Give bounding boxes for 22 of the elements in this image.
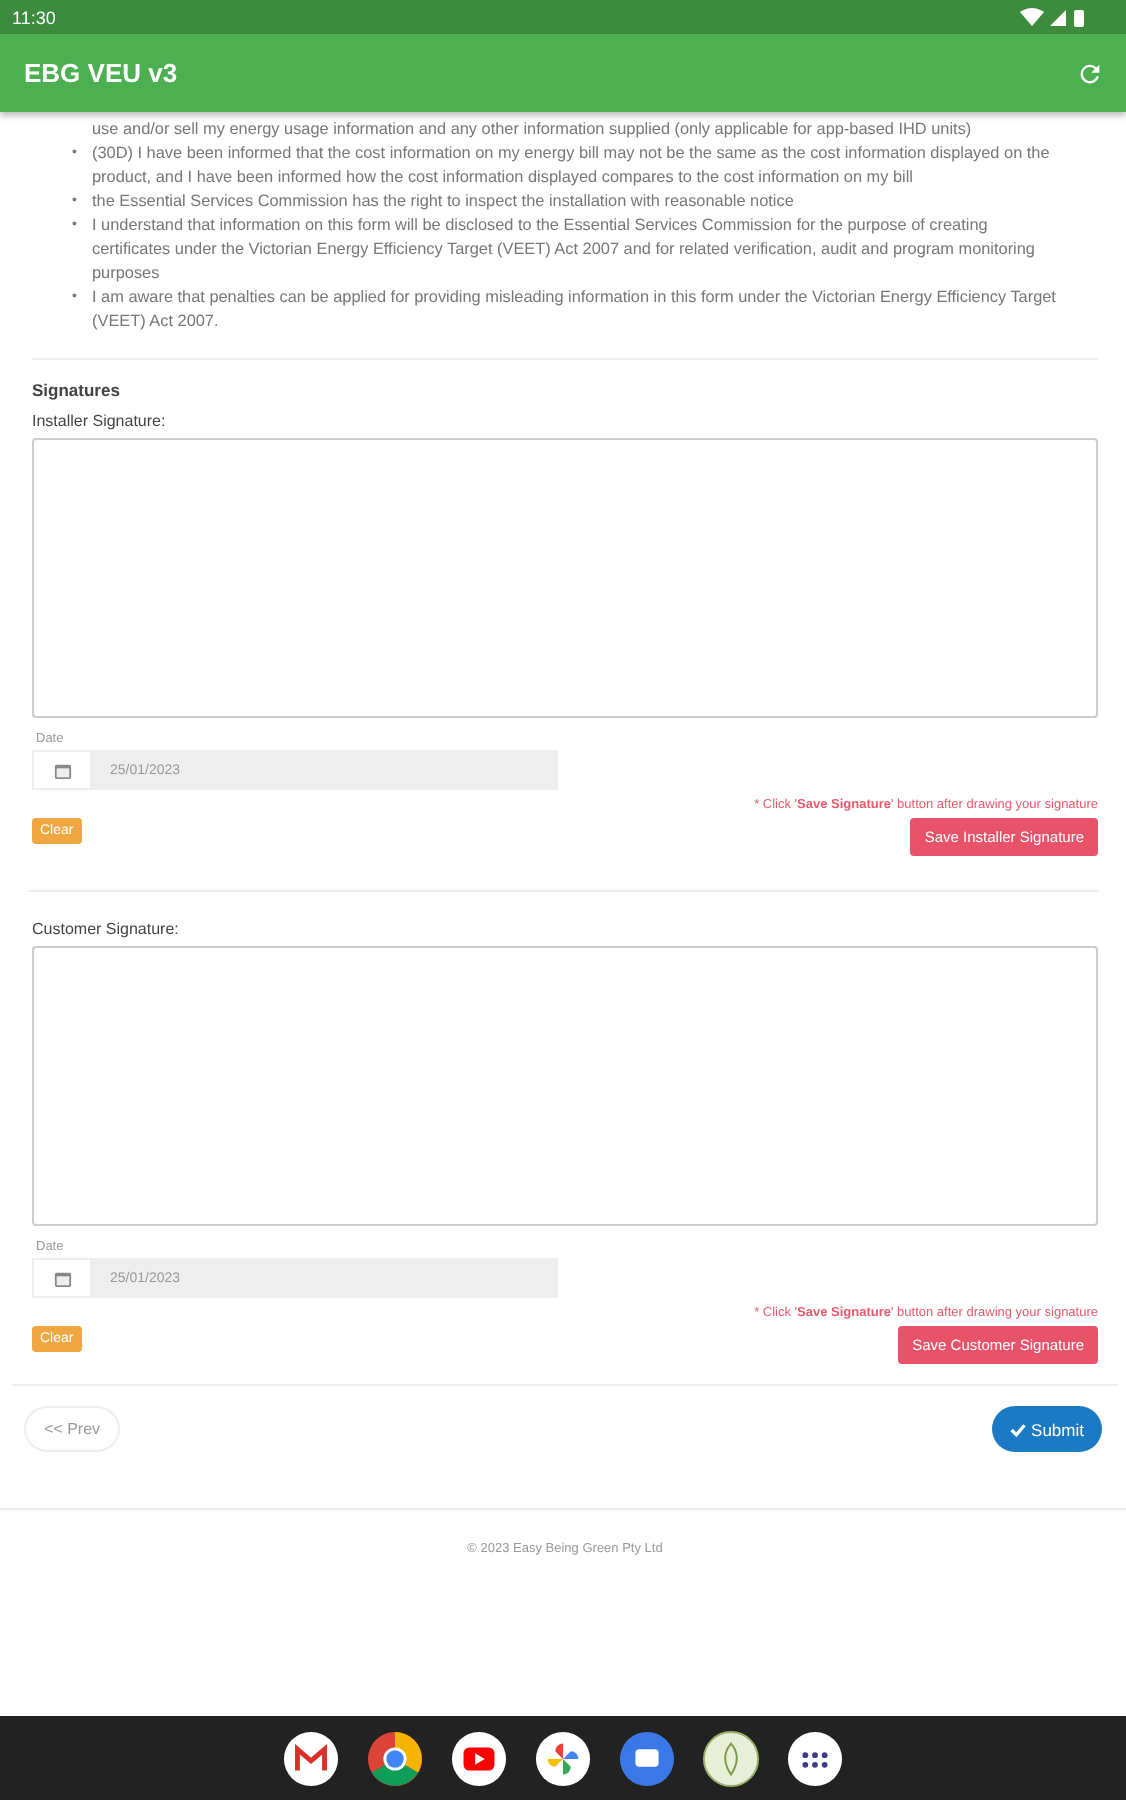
prev-button[interactable]: << Prev — [24, 1406, 121, 1452]
submit-button[interactable]: Submit — [991, 1406, 1102, 1452]
declaration-item: I am aware that penalties can be applied for providing misleading information in this form under the Victorian Energy Efficiency Target (VEET) Act 2007. — [92, 286, 1058, 334]
calendar-icon — [53, 761, 71, 779]
browser-icon[interactable] — [366, 1729, 424, 1787]
declaration-item: I understand that information on this form will be disclosed to the Essential Services Commission for the purpose of creating certificates under the Victorian Energy Efficiency Target (VEET) Act 2007 and for related verification, audit and program monitoring purposes — [92, 214, 1037, 286]
declaration-item: the Essential Services Commission has the right to inspect the installation with reasonable notice — [92, 190, 794, 214]
check-icon — [1009, 1423, 1025, 1437]
mail-icon[interactable] — [282, 1729, 340, 1787]
signature-label: Installer Signature: — [32, 412, 168, 430]
declaration-item: use and/or sell my energy usage information and any other information supplied (only applicable for app-based IHD units) — [92, 118, 972, 142]
section-title: Signatures — [32, 380, 122, 400]
chat-icon[interactable] — [618, 1729, 676, 1787]
refresh-icon[interactable] — [1076, 59, 1104, 87]
app-grid-icon[interactable] — [786, 1729, 844, 1787]
calendar-icon — [53, 1269, 71, 1287]
video-play-icon[interactable] — [450, 1729, 508, 1787]
app-title: EBG VEU v3 — [24, 58, 178, 88]
status-time: 11:30 — [12, 7, 56, 27]
signature-label: Customer Signature: — [32, 920, 181, 938]
pinwheel-icon[interactable] — [534, 1729, 592, 1787]
leaf-icon[interactable] — [702, 1729, 760, 1787]
